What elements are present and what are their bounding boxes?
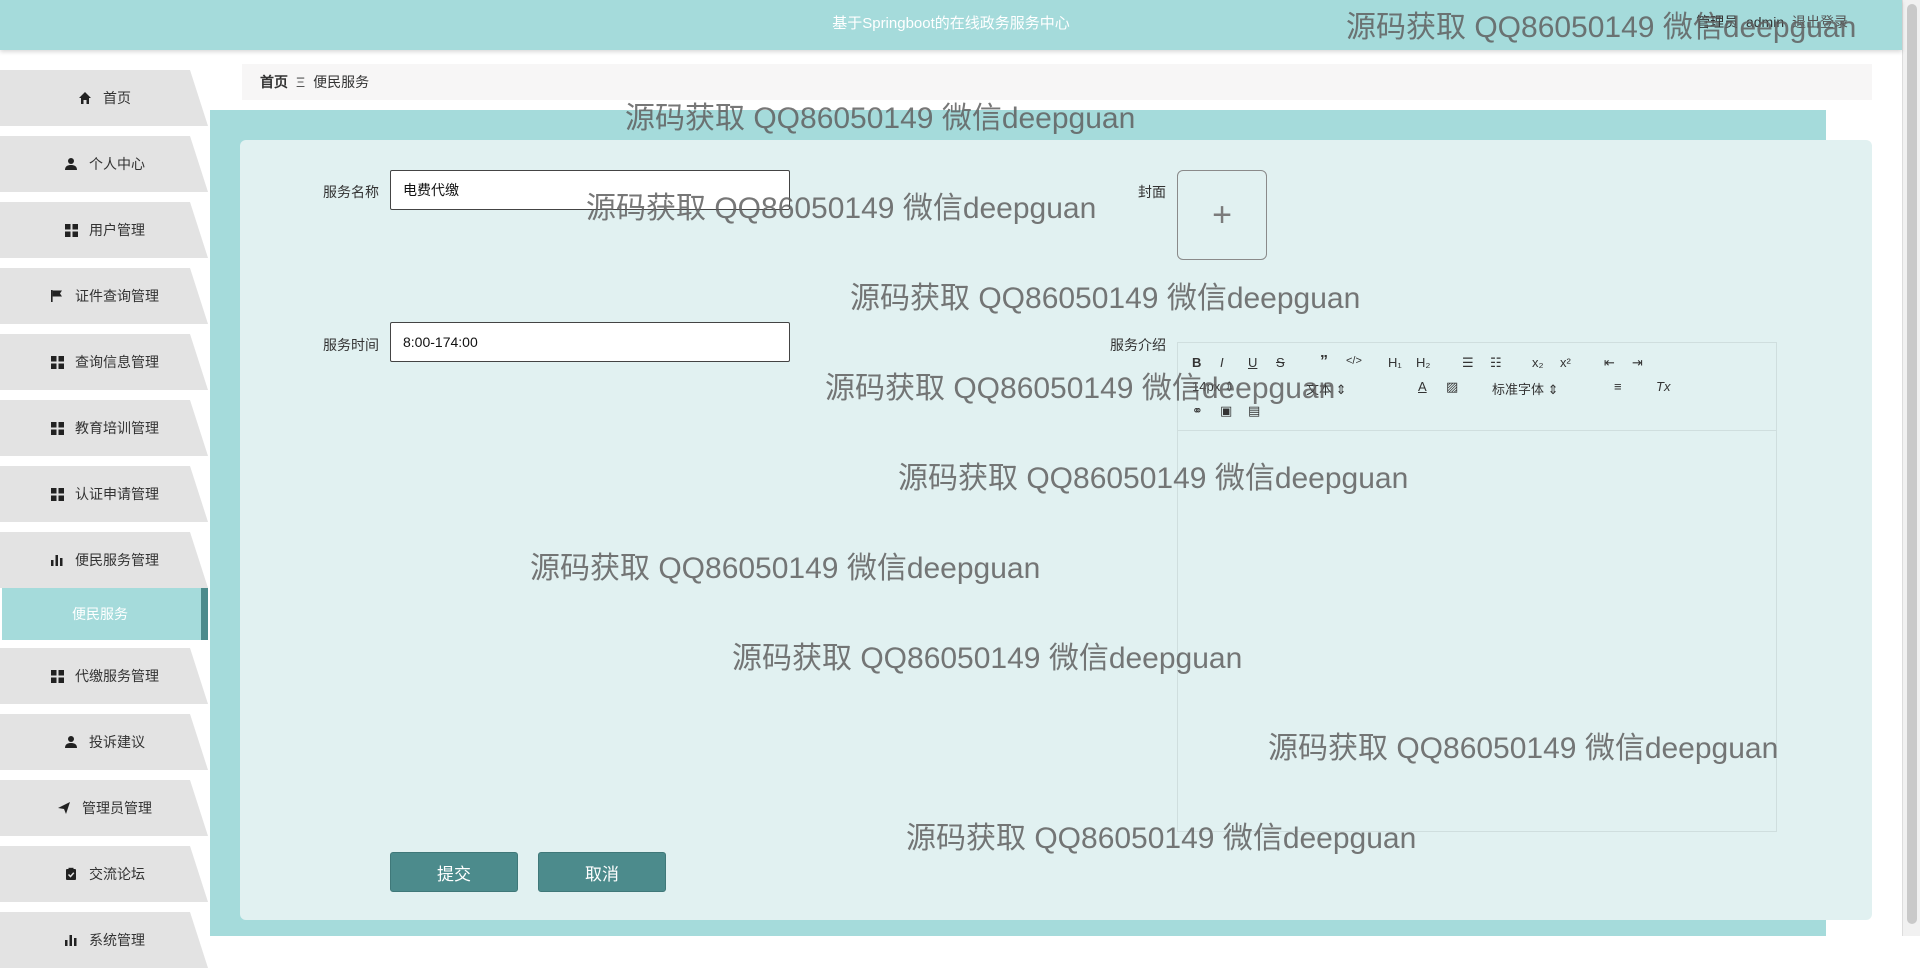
service-name-label: 服务名称	[323, 184, 379, 200]
sidebar-item-label: 系统管理	[89, 932, 145, 948]
indent-increase-icon[interactable]: ⇥	[1632, 355, 1643, 371]
watermark-text: 源码获取 QQ86050149 微信deepguan	[825, 372, 1336, 405]
sidebar-item-label: 管理员管理	[82, 800, 152, 816]
service-time-value: 8:00-174:00	[403, 334, 478, 350]
sidebar-item-complaints[interactable]: 投诉建议	[0, 714, 208, 770]
submit-button[interactable]: 提交	[390, 852, 518, 892]
sidebar-item-label: 证件查询管理	[75, 288, 159, 304]
ordered-list-icon[interactable]: ☰	[1462, 355, 1474, 371]
sidebar-item-label: 查询信息管理	[75, 354, 159, 370]
grid-icon	[49, 486, 65, 502]
heading1-icon[interactable]: H₁	[1388, 355, 1402, 370]
cancel-button[interactable]: 取消	[538, 852, 666, 892]
sidebar-item-label: 首页	[103, 90, 131, 106]
clear-format-icon[interactable]: Tx	[1656, 379, 1670, 394]
user-icon	[63, 734, 79, 750]
align-icon[interactable]: ≡	[1614, 379, 1622, 394]
breadcrumb-current: 便民服务	[313, 74, 370, 90]
sidebar: 首页 个人中心 用户管理 证件查询管理 查询信息管理 教育培训管理 认证申请管理…	[0, 58, 210, 968]
send-icon	[56, 800, 72, 816]
watermark-text: 源码获取 QQ86050149 微信deepguan	[1268, 732, 1779, 765]
sidebar-item-user-management[interactable]: 用户管理	[0, 202, 208, 258]
clipboard-check-icon	[63, 866, 79, 882]
sidebar-item-home[interactable]: 首页	[0, 70, 208, 126]
sidebar-item-label: 用户管理	[89, 222, 145, 238]
watermark-text: 源码获取 QQ86050149 微信deepguan	[906, 822, 1417, 855]
subscript-icon[interactable]: x₂	[1532, 355, 1544, 370]
sidebar-item-label: 投诉建议	[89, 734, 145, 750]
sidebar-item-label: 便民服务管理	[75, 552, 159, 568]
watermark-text: 源码获取 QQ86050149 微信deepguan	[898, 462, 1409, 495]
scrollbar-thumb[interactable]	[1907, 4, 1917, 924]
font-color-icon[interactable]: A	[1418, 379, 1427, 394]
font-family-value: 标准字体	[1492, 382, 1545, 397]
service-time-input[interactable]: 8:00-174:00	[390, 322, 790, 362]
page-scrollbar[interactable]	[1902, 0, 1920, 936]
cover-upload-button[interactable]: +	[1177, 170, 1267, 260]
background-color-icon[interactable]: ▨	[1446, 379, 1458, 395]
sidebar-subitem-convenience[interactable]: 便民服务	[2, 588, 208, 640]
superscript-icon[interactable]: x²	[1560, 355, 1571, 370]
grid-icon	[63, 222, 79, 238]
watermark-text: 源码获取 QQ86050149 微信deepguan	[586, 192, 1097, 225]
indent-decrease-icon[interactable]: ⇤	[1604, 355, 1615, 371]
grid-icon	[49, 420, 65, 436]
bullet-list-icon[interactable]: ☷	[1490, 355, 1502, 371]
bar-chart-icon	[63, 932, 79, 948]
sidebar-item-forum[interactable]: 交流论坛	[0, 846, 208, 902]
watermark-text: 源码获取 QQ86050149 微信deepguan	[1346, 11, 1857, 44]
service-time-label: 服务时间	[323, 337, 379, 353]
sidebar-item-admin-management[interactable]: 管理员管理	[0, 780, 208, 836]
font-family-select[interactable]: 标准字体 ⇕	[1492, 379, 1559, 398]
sidebar-item-label: 个人中心	[89, 156, 145, 172]
sidebar-item-query-info[interactable]: 查询信息管理	[0, 334, 208, 390]
heading2-icon[interactable]: H₂	[1416, 355, 1430, 370]
code-icon[interactable]: </>	[1346, 355, 1362, 367]
watermark-text: 源码获取 QQ86050149 微信deepguan	[530, 552, 1041, 585]
watermark-text: 源码获取 QQ86050149 微信deepguan	[850, 282, 1361, 315]
sidebar-item-label: 教育培训管理	[75, 420, 159, 436]
home-icon	[77, 90, 93, 106]
sidebar-item-certificate-query[interactable]: 证件查询管理	[0, 268, 208, 324]
plus-icon: +	[1212, 196, 1232, 234]
sidebar-item-education-training[interactable]: 教育培训管理	[0, 400, 208, 456]
sidebar-item-system-management[interactable]: 系统管理	[0, 912, 208, 968]
sidebar-item-label: 代缴服务管理	[75, 668, 159, 684]
cover-label: 封面	[1138, 184, 1166, 200]
breadcrumb-home[interactable]: 首页	[260, 72, 288, 92]
grid-icon	[49, 668, 65, 684]
sidebar-item-certification-application[interactable]: 认证申请管理	[0, 466, 208, 522]
sidebar-subitem-label: 便民服务	[72, 606, 128, 622]
sidebar-item-label: 交流论坛	[89, 866, 145, 882]
service-name-value: 电费代缴	[403, 182, 459, 198]
sidebar-item-convenience-service[interactable]: 便民服务管理	[0, 532, 208, 588]
flag-icon	[49, 288, 65, 304]
breadcrumb-separator: Ξ	[296, 74, 306, 90]
bar-chart-icon	[49, 552, 65, 568]
grid-icon	[49, 354, 65, 370]
sidebar-item-label: 认证申请管理	[75, 486, 159, 502]
sidebar-item-payment-service[interactable]: 代缴服务管理	[0, 648, 208, 704]
user-icon	[63, 156, 79, 172]
watermark-text: 源码获取 QQ86050149 微信deepguan	[732, 642, 1243, 675]
watermark-text: 源码获取 QQ86050149 微信deepguan	[625, 102, 1136, 135]
service-intro-label: 服务介绍	[1110, 337, 1166, 353]
sidebar-item-personal-center[interactable]: 个人中心	[0, 136, 208, 192]
